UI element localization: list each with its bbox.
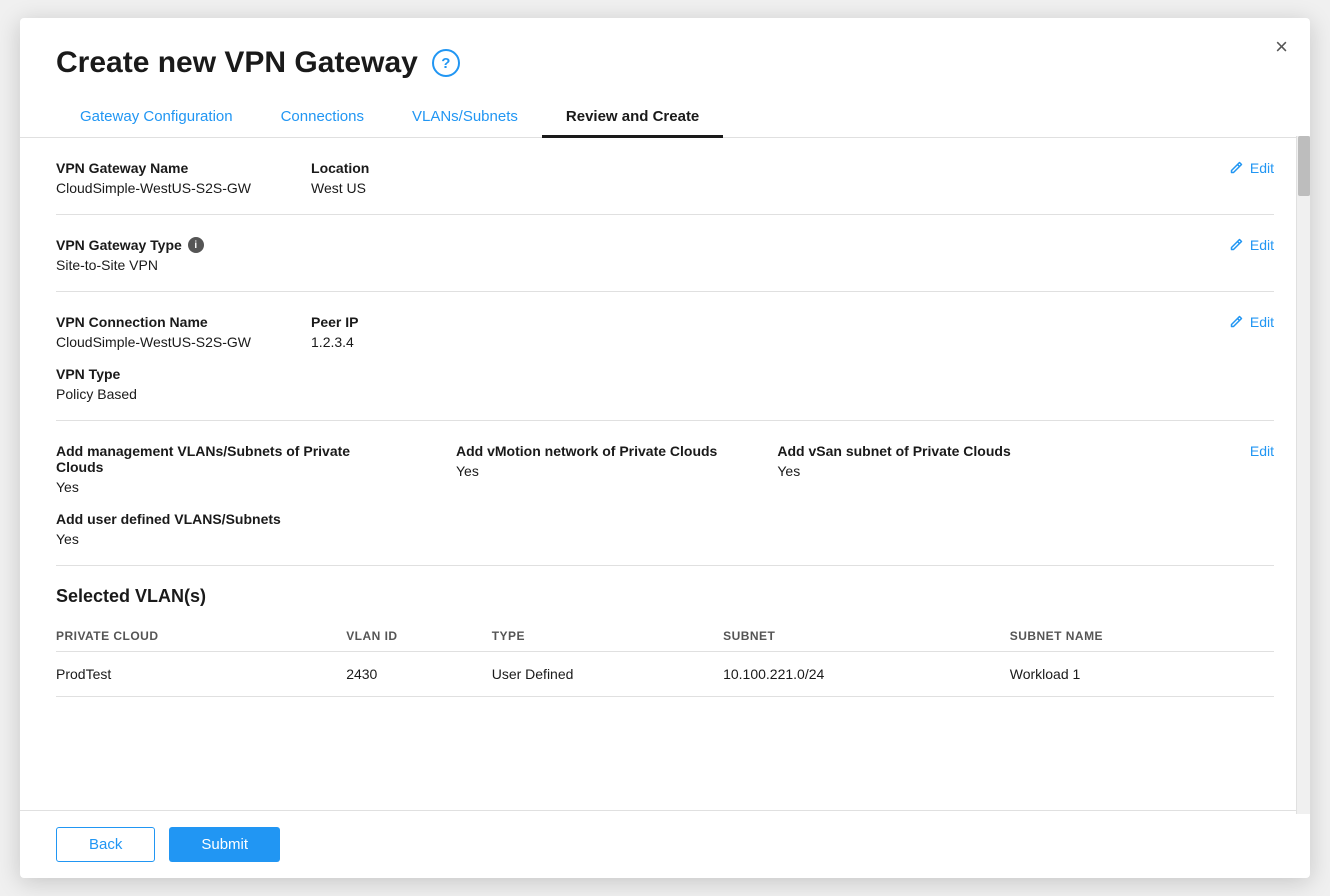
field-add-vsan: Add vSan subnet of Private Clouds Yes <box>777 443 1010 495</box>
field-vpn-type: VPN Type Policy Based <box>56 366 137 402</box>
selected-vlans-section: Selected VLAN(s) PRIVATE CLOUD VLAN ID T… <box>56 566 1274 697</box>
table-row: ProdTest 2430 User Defined 10.100.221.0/… <box>56 652 1274 697</box>
add-user-value: Yes <box>56 531 281 547</box>
table-header-row: PRIVATE CLOUD VLAN ID TYPE SUBNET SUBNET… <box>56 621 1274 652</box>
add-user-label: Add user defined VLANS/Subnets <box>56 511 281 527</box>
edit-section3[interactable]: Edit <box>1228 314 1274 330</box>
location-label: Location <box>311 160 369 176</box>
scrollbar-thumb[interactable] <box>1298 136 1310 196</box>
selected-vlans-title: Selected VLAN(s) <box>56 586 1274 607</box>
cell-vlan-id: 2430 <box>346 652 492 697</box>
edit-icon-1 <box>1228 160 1244 176</box>
info-icon[interactable]: i <box>188 237 204 253</box>
vpn-connection-name-label: VPN Connection Name <box>56 314 251 330</box>
field-vpn-gateway-type: VPN Gateway Type i Site-to-Site VPN <box>56 237 204 273</box>
close-button[interactable]: × <box>1275 36 1288 58</box>
section-vpn-connection: VPN Connection Name CloudSimple-WestUS-S… <box>56 292 1274 421</box>
vlans-fields-row1: Add management VLANs/Subnets of Private … <box>56 443 1274 495</box>
vpn-gateway-name-value: CloudSimple-WestUS-S2S-GW <box>56 180 251 196</box>
peer-ip-label: Peer IP <box>311 314 358 330</box>
edit-section4[interactable]: Edit <box>1244 443 1274 459</box>
fields-row-3a: VPN Connection Name CloudSimple-WestUS-S… <box>56 314 1274 350</box>
field-peer-ip: Peer IP 1.2.3.4 <box>311 314 358 350</box>
col-header-type: TYPE <box>492 621 723 652</box>
edit-label-1: Edit <box>1250 160 1274 176</box>
edit-section1[interactable]: Edit <box>1228 160 1274 176</box>
create-vpn-gateway-modal: × Create new VPN Gateway ? Gateway Confi… <box>20 18 1310 878</box>
cell-private-cloud: ProdTest <box>56 652 346 697</box>
edit-section2[interactable]: Edit <box>1228 237 1274 253</box>
vpn-gateway-type-value: Site-to-Site VPN <box>56 257 204 273</box>
tabs: Gateway Configuration Connections VLANs/… <box>56 98 1274 137</box>
add-vmotion-label: Add vMotion network of Private Clouds <box>456 443 717 459</box>
fields-row-2: VPN Gateway Type i Site-to-Site VPN <box>56 237 1274 273</box>
add-vmotion-value: Yes <box>456 463 717 479</box>
vlans-fields-row2: Add user defined VLANS/Subnets Yes <box>56 511 1274 547</box>
tab-vlans-subnets[interactable]: VLANs/Subnets <box>388 98 542 138</box>
modal-footer: Back Submit <box>20 810 1310 878</box>
edit-icon-2 <box>1228 237 1244 253</box>
col-header-private-cloud: PRIVATE CLOUD <box>56 621 346 652</box>
field-add-vmotion: Add vMotion network of Private Clouds Ye… <box>456 443 717 495</box>
vpn-type-label: VPN Type <box>56 366 137 382</box>
cell-subnet-name: Workload 1 <box>1010 652 1274 697</box>
vpn-gateway-name-label: VPN Gateway Name <box>56 160 251 176</box>
submit-button[interactable]: Submit <box>169 827 280 862</box>
add-vsan-label: Add vSan subnet of Private Clouds <box>777 443 1010 459</box>
cell-subnet: 10.100.221.0/24 <box>723 652 1010 697</box>
peer-ip-value: 1.2.3.4 <box>311 334 358 350</box>
cell-type: User Defined <box>492 652 723 697</box>
col-header-subnet: SUBNET <box>723 621 1010 652</box>
edit-label-2: Edit <box>1250 237 1274 253</box>
vpn-type-value: Policy Based <box>56 386 137 402</box>
col-header-vlan-id: VLAN ID <box>346 621 492 652</box>
section-gateway-type: VPN Gateway Type i Site-to-Site VPN Edit <box>56 215 1274 292</box>
edit-label-3: Edit <box>1250 314 1274 330</box>
tab-review-create[interactable]: Review and Create <box>542 98 723 138</box>
vpn-connection-name-value: CloudSimple-WestUS-S2S-GW <box>56 334 251 350</box>
back-button[interactable]: Back <box>56 827 155 862</box>
help-icon[interactable]: ? <box>432 49 460 77</box>
vpn-gateway-type-label: VPN Gateway Type i <box>56 237 204 253</box>
field-vpn-gateway-name: VPN Gateway Name CloudSimple-WestUS-S2S-… <box>56 160 251 196</box>
section-gateway-name: VPN Gateway Name CloudSimple-WestUS-S2S-… <box>56 138 1274 215</box>
modal-body: VPN Gateway Name CloudSimple-WestUS-S2S-… <box>20 138 1310 810</box>
fields-row-1: VPN Gateway Name CloudSimple-WestUS-S2S-… <box>56 160 1274 196</box>
tab-connections[interactable]: Connections <box>257 98 388 138</box>
title-row: Create new VPN Gateway ? <box>56 46 1274 80</box>
modal-title: Create new VPN Gateway <box>56 46 418 80</box>
field-add-mgmt: Add management VLANs/Subnets of Private … <box>56 443 396 495</box>
col-header-subnet-name: SUBNET NAME <box>1010 621 1274 652</box>
edit-label-4: Edit <box>1250 443 1274 459</box>
add-mgmt-label: Add management VLANs/Subnets of Private … <box>56 443 396 475</box>
field-location: Location West US <box>311 160 369 196</box>
fields-row-3b: VPN Type Policy Based <box>56 366 1274 402</box>
section-vlan-options: Add management VLANs/Subnets of Private … <box>56 421 1274 566</box>
field-vpn-connection-name: VPN Connection Name CloudSimple-WestUS-S… <box>56 314 251 350</box>
modal-header: × Create new VPN Gateway ? Gateway Confi… <box>20 18 1310 138</box>
scrollbar-track <box>1296 136 1310 814</box>
add-mgmt-value: Yes <box>56 479 396 495</box>
vlan-table: PRIVATE CLOUD VLAN ID TYPE SUBNET SUBNET… <box>56 621 1274 697</box>
add-vsan-value: Yes <box>777 463 1010 479</box>
tab-gateway-configuration[interactable]: Gateway Configuration <box>56 98 257 138</box>
location-value: West US <box>311 180 369 196</box>
edit-icon-3 <box>1228 314 1244 330</box>
field-add-user: Add user defined VLANS/Subnets Yes <box>56 511 281 547</box>
